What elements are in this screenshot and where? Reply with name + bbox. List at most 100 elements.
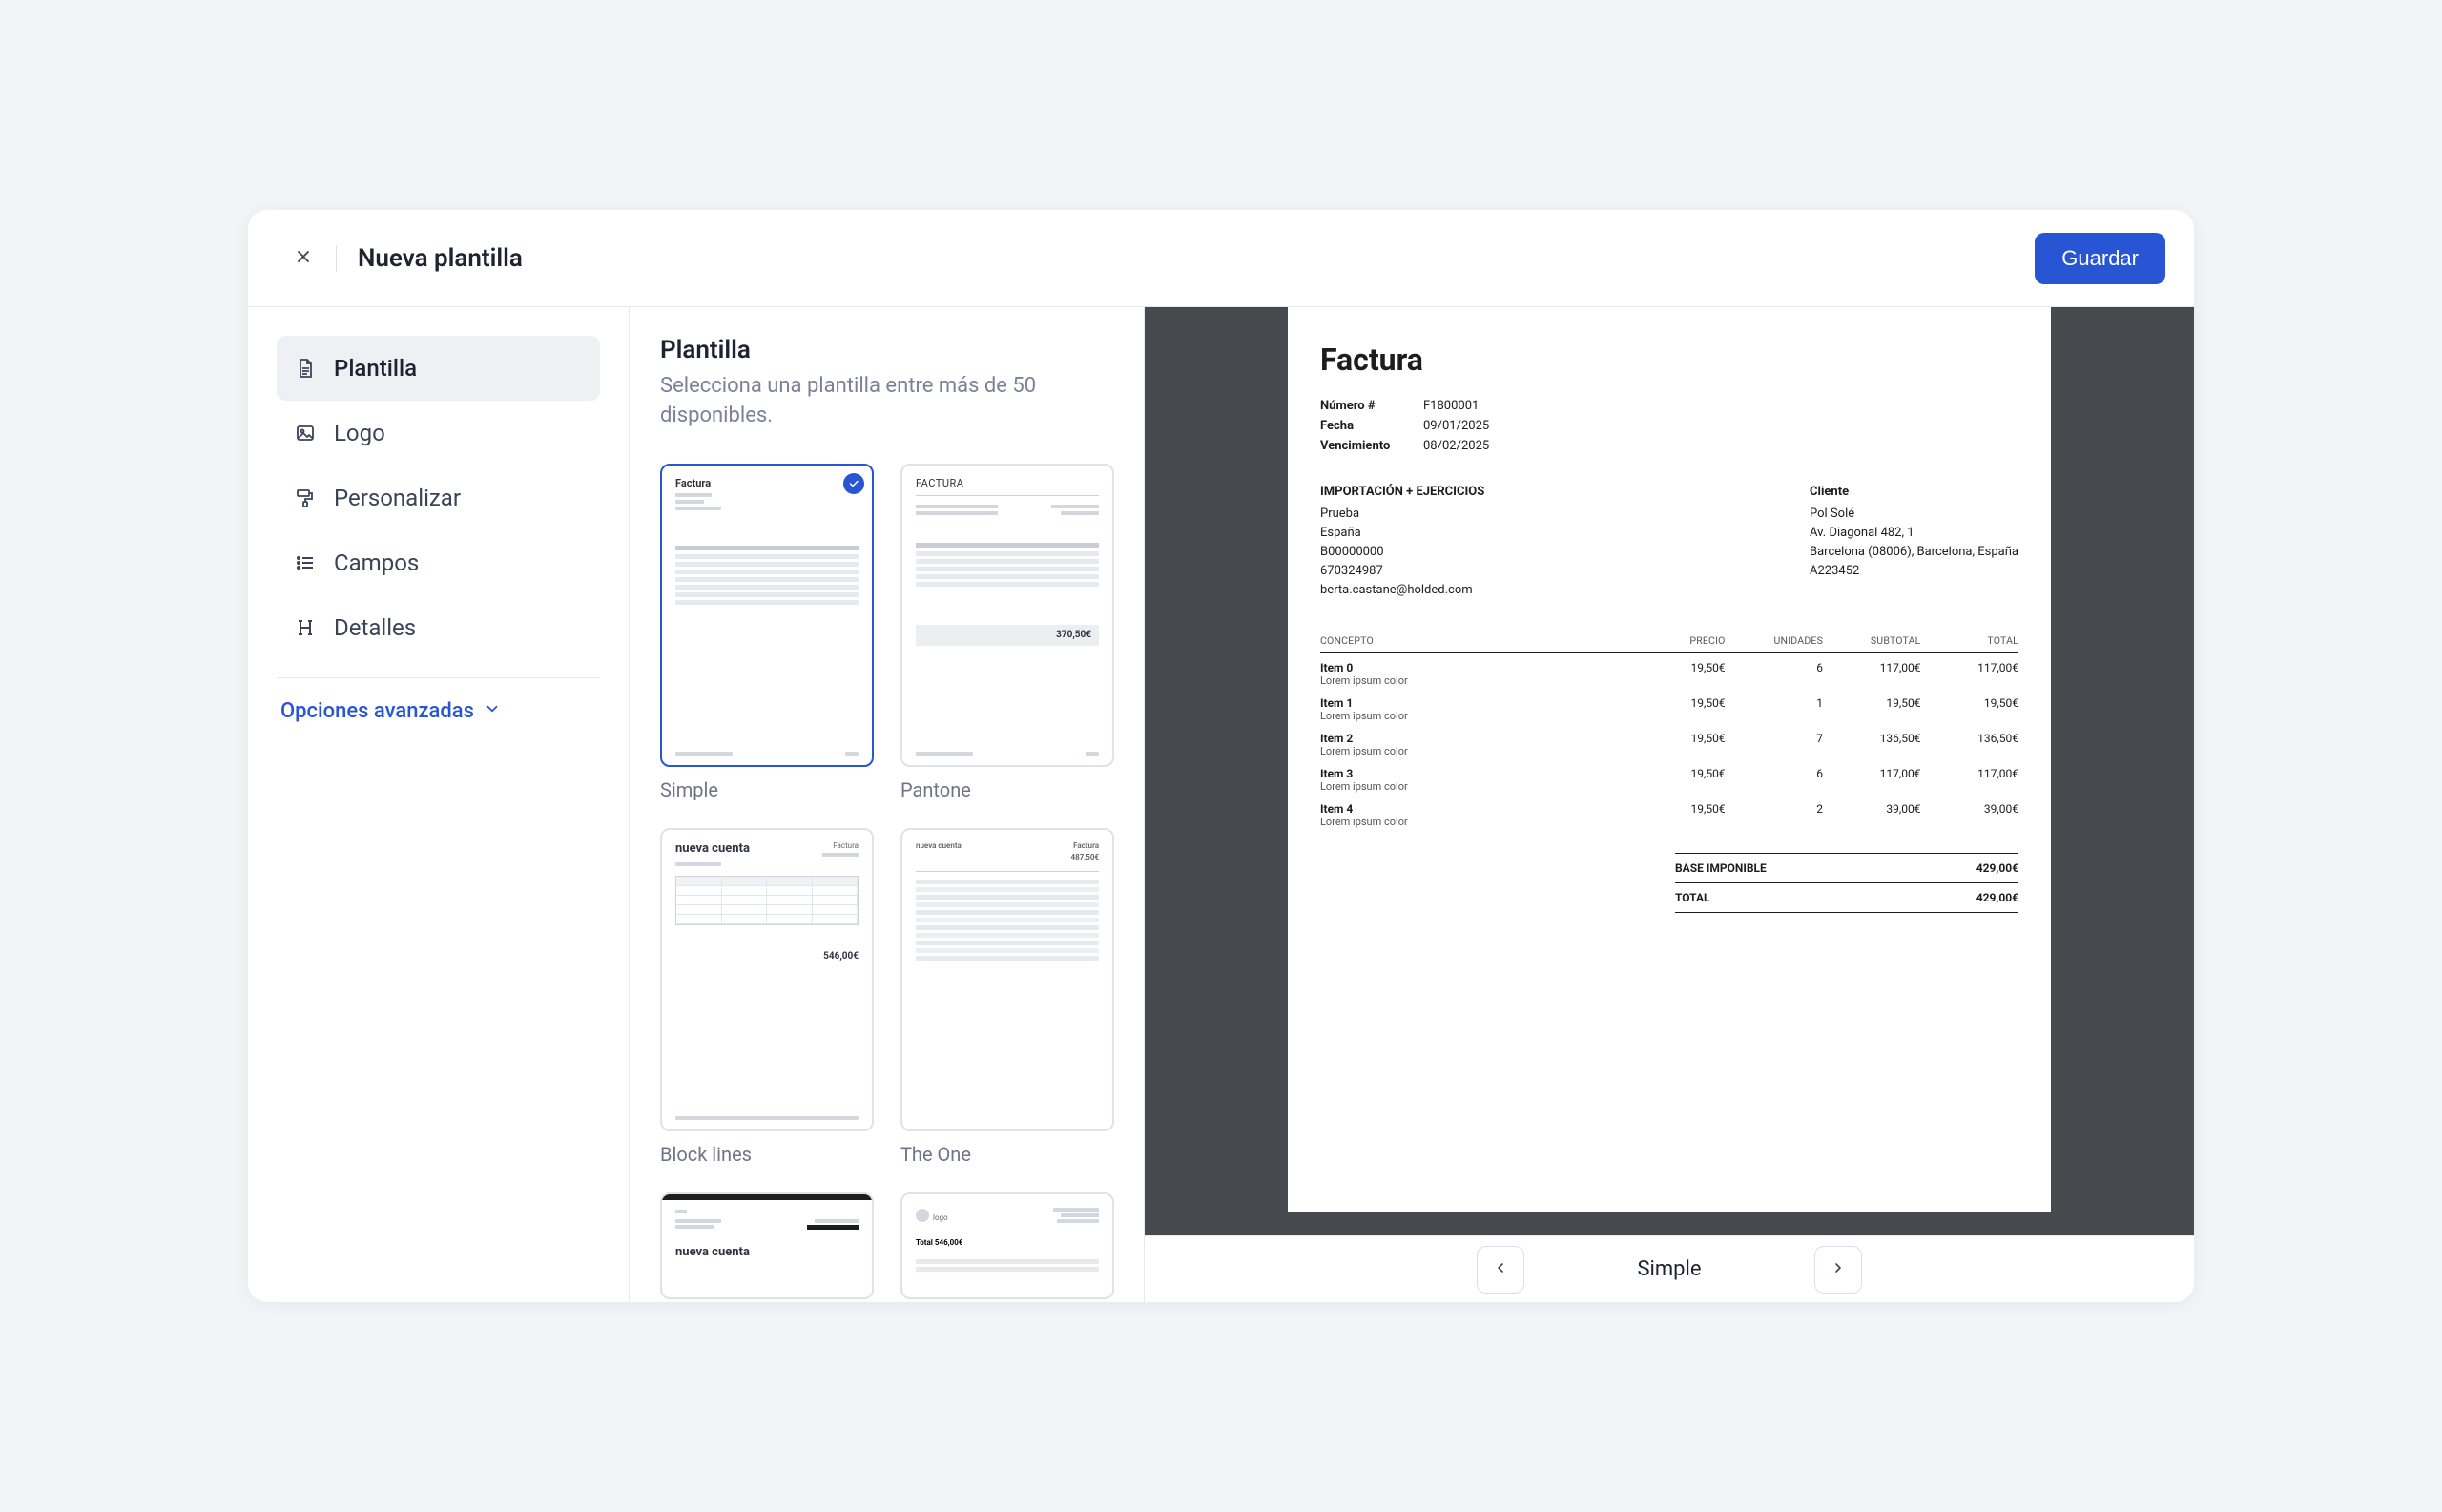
col-total: TOTAL bbox=[1921, 629, 2019, 653]
document-icon bbox=[294, 357, 317, 380]
item-units: 2 bbox=[1726, 795, 1823, 830]
next-template-button[interactable] bbox=[1814, 1246, 1862, 1294]
advanced-options-label: Opciones avanzadas bbox=[280, 699, 474, 723]
item-price: 19,50€ bbox=[1627, 724, 1725, 759]
thumb-price: 370,50€ bbox=[1056, 630, 1091, 640]
sender-country: España bbox=[1320, 524, 1484, 543]
invoice-items-table: CONCEPTO PRECIO UNIDADES SUBTOTAL TOTAL … bbox=[1320, 629, 2018, 830]
sidebar-item-plantilla[interactable]: Plantilla bbox=[277, 336, 600, 401]
col-subtotal: SUBTOTAL bbox=[1823, 629, 1920, 653]
item-desc: Lorem ipsum color bbox=[1320, 674, 1627, 687]
template-thumb[interactable]: nueva cuenta bbox=[660, 1192, 874, 1299]
preview-panel: Factura Número #F1800001 Fecha09/01/2025… bbox=[1145, 307, 2194, 1302]
chevron-down-icon bbox=[484, 699, 501, 723]
advanced-options-link[interactable]: Opciones avanzadas bbox=[277, 699, 600, 723]
template-label: Simple bbox=[660, 778, 874, 801]
sidebar-item-label: Personalizar bbox=[334, 485, 461, 511]
sender-vat: B00000000 bbox=[1320, 543, 1484, 562]
sender-email: berta.castane@holded.com bbox=[1320, 581, 1484, 600]
template-label: The One bbox=[900, 1143, 1114, 1166]
client-heading: Cliente bbox=[1810, 483, 2018, 502]
template-thumb[interactable]: nueva cuenta Factura 487,50€ bbox=[900, 828, 1114, 1131]
panel-subtitle: Selecciona una plantilla entre más de 50… bbox=[660, 372, 1061, 431]
item-price: 19,50€ bbox=[1627, 689, 1725, 724]
sidebar-item-label: Campos bbox=[334, 549, 419, 576]
item-total: 39,00€ bbox=[1921, 795, 2019, 830]
thumb-tag: Factura bbox=[822, 841, 859, 850]
sender-heading: IMPORTACIÓN + EJERCICIOS bbox=[1320, 483, 1484, 502]
thumb-tag: Factura bbox=[1070, 841, 1099, 850]
item-desc: Lorem ipsum color bbox=[1320, 816, 1627, 828]
template-card-pantone: FACTURA 370,50€ Pantone bbox=[900, 464, 1114, 801]
template-thumb[interactable]: nueva cuenta Factura bbox=[660, 828, 874, 1131]
sender-block: IMPORTACIÓN + EJERCICIOS Prueba España B… bbox=[1320, 483, 1484, 600]
template-card-simple: Factura Simple bbox=[660, 464, 874, 801]
item-units: 7 bbox=[1726, 724, 1823, 759]
due-label: Vencimiento bbox=[1320, 437, 1423, 457]
client-name: Pol Solé bbox=[1810, 505, 2018, 524]
item-total: 117,00€ bbox=[1921, 653, 2019, 690]
invoice-preview: Factura Número #F1800001 Fecha09/01/2025… bbox=[1288, 307, 2051, 1212]
date-label: Fecha bbox=[1320, 417, 1423, 437]
template-card-partial-2: logo Total 546,00€ bbox=[900, 1192, 1114, 1299]
invoice-parties: IMPORTACIÓN + EJERCICIOS Prueba España B… bbox=[1320, 483, 2018, 600]
template-card-the-one: nueva cuenta Factura 487,50€ bbox=[900, 828, 1114, 1166]
item-price: 19,50€ bbox=[1627, 653, 1725, 690]
sender-name: Prueba bbox=[1320, 505, 1484, 524]
item-subtotal: 136,50€ bbox=[1823, 724, 1920, 759]
item-name: Item 1 bbox=[1320, 696, 1627, 710]
client-address2: Barcelona (08006), Barcelona, España bbox=[1810, 543, 2018, 562]
client-address1: Av. Diagonal 482, 1 bbox=[1810, 524, 2018, 543]
item-name: Item 3 bbox=[1320, 767, 1627, 780]
item-total: 19,50€ bbox=[1921, 689, 2019, 724]
invoice-title: Factura bbox=[1320, 342, 2018, 378]
due-value: 08/02/2025 bbox=[1423, 437, 1489, 457]
divider bbox=[336, 245, 337, 272]
number-label: Número # bbox=[1320, 397, 1423, 417]
current-template-name: Simple bbox=[1637, 1257, 1701, 1281]
base-value: 429,00€ bbox=[1976, 861, 2018, 875]
thumb-brand: nueva cuenta bbox=[675, 841, 750, 856]
total-label: TOTAL bbox=[1675, 891, 1710, 904]
template-label: Pantone bbox=[900, 778, 1114, 801]
item-subtotal: 19,50€ bbox=[1823, 689, 1920, 724]
template-thumb[interactable]: FACTURA 370,50€ bbox=[900, 464, 1114, 767]
thumb-title: FACTURA bbox=[916, 477, 1099, 489]
sidebar-item-label: Logo bbox=[334, 420, 385, 446]
client-block: Cliente Pol Solé Av. Diagonal 482, 1 Bar… bbox=[1810, 483, 2018, 600]
item-units: 1 bbox=[1726, 689, 1823, 724]
item-name: Item 0 bbox=[1320, 661, 1627, 674]
invoice-totals: BASE IMPONIBLE 429,00€ TOTAL 429,00€ bbox=[1675, 853, 2018, 913]
item-price: 19,50€ bbox=[1627, 795, 1725, 830]
sidebar-item-detalles[interactable]: Detalles bbox=[277, 595, 600, 660]
client-code: A223452 bbox=[1810, 562, 2018, 581]
template-grid: Factura Simple FACTURA bbox=[660, 464, 1113, 1299]
sidebar-item-campos[interactable]: Campos bbox=[277, 530, 600, 595]
thumb-brand: nueva cuenta bbox=[916, 841, 962, 850]
list-icon bbox=[294, 551, 317, 574]
item-desc: Lorem ipsum color bbox=[1320, 780, 1627, 793]
image-icon bbox=[294, 422, 317, 445]
table-row: Item 3Lorem ipsum color19,50€6117,00€117… bbox=[1320, 759, 2018, 795]
template-thumb[interactable]: Factura bbox=[660, 464, 874, 767]
prev-template-button[interactable] bbox=[1477, 1246, 1524, 1294]
template-editor-modal: Nueva plantilla Guardar Plantilla Logo bbox=[248, 210, 2194, 1302]
selected-check-icon bbox=[843, 473, 864, 494]
template-thumb[interactable]: logo Total 546,00€ bbox=[900, 1192, 1114, 1299]
table-row: Item 1Lorem ipsum color19,50€119,50€19,5… bbox=[1320, 689, 2018, 724]
col-units: UNIDADES bbox=[1726, 629, 1823, 653]
sidebar: Plantilla Logo Personalizar Campos bbox=[248, 307, 630, 1302]
save-button[interactable]: Guardar bbox=[2035, 233, 2165, 284]
thumb-price: 487,50€ bbox=[1070, 853, 1099, 861]
paint-roller-icon bbox=[294, 487, 317, 509]
sidebar-item-personalizar[interactable]: Personalizar bbox=[277, 466, 600, 530]
sidebar-item-logo[interactable]: Logo bbox=[277, 401, 600, 466]
col-price: PRECIO bbox=[1627, 629, 1725, 653]
close-button[interactable] bbox=[284, 239, 322, 278]
item-total: 136,50€ bbox=[1921, 724, 2019, 759]
table-row: Item 4Lorem ipsum color19,50€239,00€39,0… bbox=[1320, 795, 2018, 830]
item-total: 117,00€ bbox=[1921, 759, 2019, 795]
template-picker-panel: Plantilla Selecciona una plantilla entre… bbox=[630, 307, 1145, 1302]
logo-icon bbox=[916, 1209, 929, 1222]
col-concept: CONCEPTO bbox=[1320, 629, 1627, 653]
